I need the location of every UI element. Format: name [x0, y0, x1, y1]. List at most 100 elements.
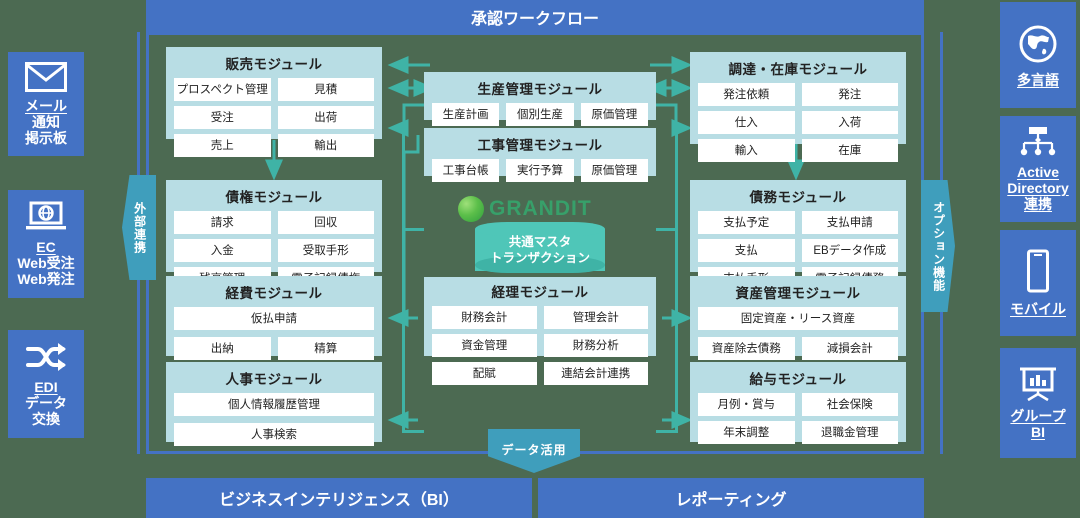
module-asset-row-0: 固定資産・リース資産: [698, 307, 898, 330]
tile-group-bi[interactable]: グループ BI: [1000, 348, 1076, 458]
module-receivables-cell-1-0[interactable]: 入金: [174, 239, 271, 262]
tile-active-directory[interactable]: Active Directory 連携: [1000, 116, 1076, 222]
tile-ec[interactable]: EC Web受注 Web発注: [8, 190, 84, 298]
module-accounting-row-0: 財務会計 管理会計: [432, 306, 648, 329]
module-payables[interactable]: 債務モジュール 支払予定 支払申請 支払 EBデータ作成 支払手形 電子記録債務: [690, 180, 906, 290]
tile-multilingual[interactable]: 多言語: [1000, 2, 1076, 108]
module-asset-cell-0-0[interactable]: 固定資産・リース資産: [698, 307, 898, 330]
module-expense-row-1: 出納 精算: [174, 337, 374, 360]
module-accounting-row-1: 資金管理 財務分析: [432, 334, 648, 357]
module-hr[interactable]: 人事モジュール 個人情報履歴管理 人事検索: [166, 362, 382, 446]
tile-mail-label: メール 通知 掲示板: [25, 98, 67, 146]
module-receivables-cell-1-1[interactable]: 受取手形: [277, 239, 374, 262]
module-expense-cell-1-0[interactable]: 出納: [174, 337, 271, 360]
mail-icon: [25, 61, 67, 92]
presentation-chart-icon: [1016, 366, 1060, 402]
module-accounting-cell-0-0[interactable]: 財務会計: [432, 306, 537, 329]
module-receivables-title: 債権モジュール: [225, 190, 323, 205]
module-accounting[interactable]: 経理モジュール 財務会計 管理会計 資金管理 財務分析 配賦 連結会計連携: [424, 277, 656, 385]
module-procurement-cell-0-0[interactable]: 発注依頼: [698, 83, 795, 106]
module-receivables-cell-0-1[interactable]: 回収: [277, 211, 374, 234]
external-integration-chevron: 外部連携: [122, 175, 156, 280]
module-construction[interactable]: 工事管理モジュール 工事台帳 実行予算 原価管理: [424, 128, 656, 182]
module-construction-cell-0-0[interactable]: 工事台帳: [432, 159, 500, 182]
module-payroll-cell-1-0[interactable]: 年末調整: [698, 421, 795, 444]
module-accounting-cell-1-0[interactable]: 資金管理: [432, 334, 537, 357]
module-production-cell-0-2[interactable]: 原価管理: [580, 103, 648, 126]
module-payables-cell-1-0[interactable]: 支払: [698, 239, 795, 262]
tile-mail-line-2: 掲示板: [25, 130, 67, 147]
module-accounting-cell-1-1[interactable]: 財務分析: [543, 334, 648, 357]
module-asset-title: 資産管理モジュール: [735, 286, 861, 301]
module-procurement-cell-1-1[interactable]: 入荷: [801, 111, 898, 134]
tile-group-bi-label: グループ BI: [1010, 408, 1065, 440]
module-sales-cell-0-1[interactable]: 見積: [277, 78, 374, 101]
module-construction-row-0: 工事台帳 実行予算 原価管理: [432, 159, 648, 182]
module-hr-cell-0-0[interactable]: 個人情報履歴管理: [174, 393, 374, 416]
module-procurement-cell-1-0[interactable]: 仕入: [698, 111, 795, 134]
module-payables-cell-0-0[interactable]: 支払予定: [698, 211, 795, 234]
tile-active-directory-label: Active Directory 連携: [1007, 164, 1068, 212]
tile-bi-line-0: グループ: [1010, 407, 1066, 424]
module-procurement-cell-2-0[interactable]: 輸入: [698, 139, 795, 162]
module-payroll-cell-0-1[interactable]: 社会保険: [801, 393, 898, 416]
module-sales-cell-1-0[interactable]: 受注: [174, 106, 271, 129]
module-sales-cell-2-1[interactable]: 輸出: [277, 134, 374, 157]
module-payroll-cell-0-0[interactable]: 月例・賞与: [698, 393, 795, 416]
data-utilization-chevron: データ活用: [488, 429, 580, 473]
option-feature-chevron: オプション機能: [921, 180, 955, 312]
module-asset[interactable]: 資産管理モジュール 固定資産・リース資産 資産除去債務 減損会計: [690, 276, 906, 360]
bi-footer-label: ビジネスインテリジェンス（BI）: [219, 492, 459, 509]
tile-mail[interactable]: メール 通知 掲示板: [8, 52, 84, 156]
module-accounting-cell-2-1[interactable]: 連結会計連携: [543, 362, 648, 385]
module-sales-cell-2-0[interactable]: 売上: [174, 134, 271, 157]
module-procurement-cell-2-1[interactable]: 在庫: [801, 139, 898, 162]
tile-bi-line-1: BI: [1030, 424, 1045, 440]
common-master-cylinder: 共通マスタ トランザクション: [475, 222, 605, 276]
module-procurement[interactable]: 調達・在庫モジュール 発注依頼 発注 仕入 入荷 輸入 在庫: [690, 52, 906, 162]
module-production[interactable]: 生産管理モジュール 生産計画 個別生産 原価管理: [424, 72, 656, 126]
module-procurement-row-2: 輸入 在庫: [698, 139, 898, 162]
laptop-globe-icon: [24, 201, 68, 233]
module-sales[interactable]: 販売モジュール プロスペクト管理 見積 受注 出荷 売上 輸出: [166, 47, 382, 157]
module-payables-cell-0-1[interactable]: 支払申請: [801, 211, 898, 234]
data-utilization-label: データ活用: [501, 443, 567, 458]
right-trunk-branch-payroll: [656, 430, 678, 433]
module-construction-title: 工事管理モジュール: [477, 138, 603, 153]
tile-mobile[interactable]: モバイル: [1000, 230, 1076, 336]
module-procurement-cell-0-1[interactable]: 発注: [801, 83, 898, 106]
module-payroll-cell-1-1[interactable]: 退職金管理: [801, 421, 898, 444]
module-payables-cell-1-1[interactable]: EBデータ作成: [801, 239, 898, 262]
module-production-cell-0-1[interactable]: 個別生産: [506, 103, 574, 126]
left-trunk-branch-accounting: [402, 228, 424, 231]
module-construction-cell-0-1[interactable]: 実行予算: [506, 159, 574, 182]
module-sales-cell-1-1[interactable]: 出荷: [277, 106, 374, 129]
module-payables-row-0: 支払予定 支払申請: [698, 211, 898, 234]
tile-ad-line-1: Directory: [1007, 179, 1069, 196]
module-receivables[interactable]: 債権モジュール 請求 回収 入金 受取手形 残高管理 電子記録債権: [166, 180, 382, 290]
module-hr-row-0: 個人情報履歴管理: [174, 393, 374, 416]
module-accounting-cell-0-1[interactable]: 管理会計: [543, 306, 648, 329]
module-construction-cell-0-2[interactable]: 原価管理: [580, 159, 648, 182]
module-sales-cell-0-0[interactable]: プロスペクト管理: [174, 78, 271, 101]
module-expense-row-0: 仮払申請: [174, 307, 374, 330]
cylinder-line-1: トランザクション: [489, 251, 590, 265]
module-asset-cell-1-1[interactable]: 減損会計: [801, 337, 898, 360]
tile-edi[interactable]: EDI データ 交換: [8, 330, 84, 438]
module-expense[interactable]: 経費モジュール 仮払申請 出納 精算: [166, 276, 382, 360]
module-sales-row-1: 受注 出荷: [174, 106, 374, 129]
module-expense-title: 経費モジュール: [225, 286, 323, 301]
module-receivables-cell-0-0[interactable]: 請求: [174, 211, 271, 234]
module-accounting-cell-2-0[interactable]: 配賦: [432, 362, 537, 385]
cylinder-line-0: 共通マスタ: [508, 235, 572, 250]
module-asset-cell-1-0[interactable]: 資産除去債務: [698, 337, 795, 360]
module-expense-cell-1-1[interactable]: 精算: [277, 337, 374, 360]
tile-ad-line-2: 連携: [1024, 196, 1052, 213]
module-expense-cell-0-0[interactable]: 仮払申請: [174, 307, 374, 330]
tile-edi-line-1: データ: [25, 394, 67, 411]
module-hr-cell-1-0[interactable]: 人事検索: [174, 423, 374, 446]
module-sales-row-2: 売上 輸出: [174, 134, 374, 157]
module-payroll[interactable]: 給与モジュール 月例・賞与 社会保険 年末調整 退職金管理: [690, 362, 906, 444]
mobile-icon: [1022, 249, 1054, 295]
module-production-cell-0-0[interactable]: 生産計画: [432, 103, 500, 126]
